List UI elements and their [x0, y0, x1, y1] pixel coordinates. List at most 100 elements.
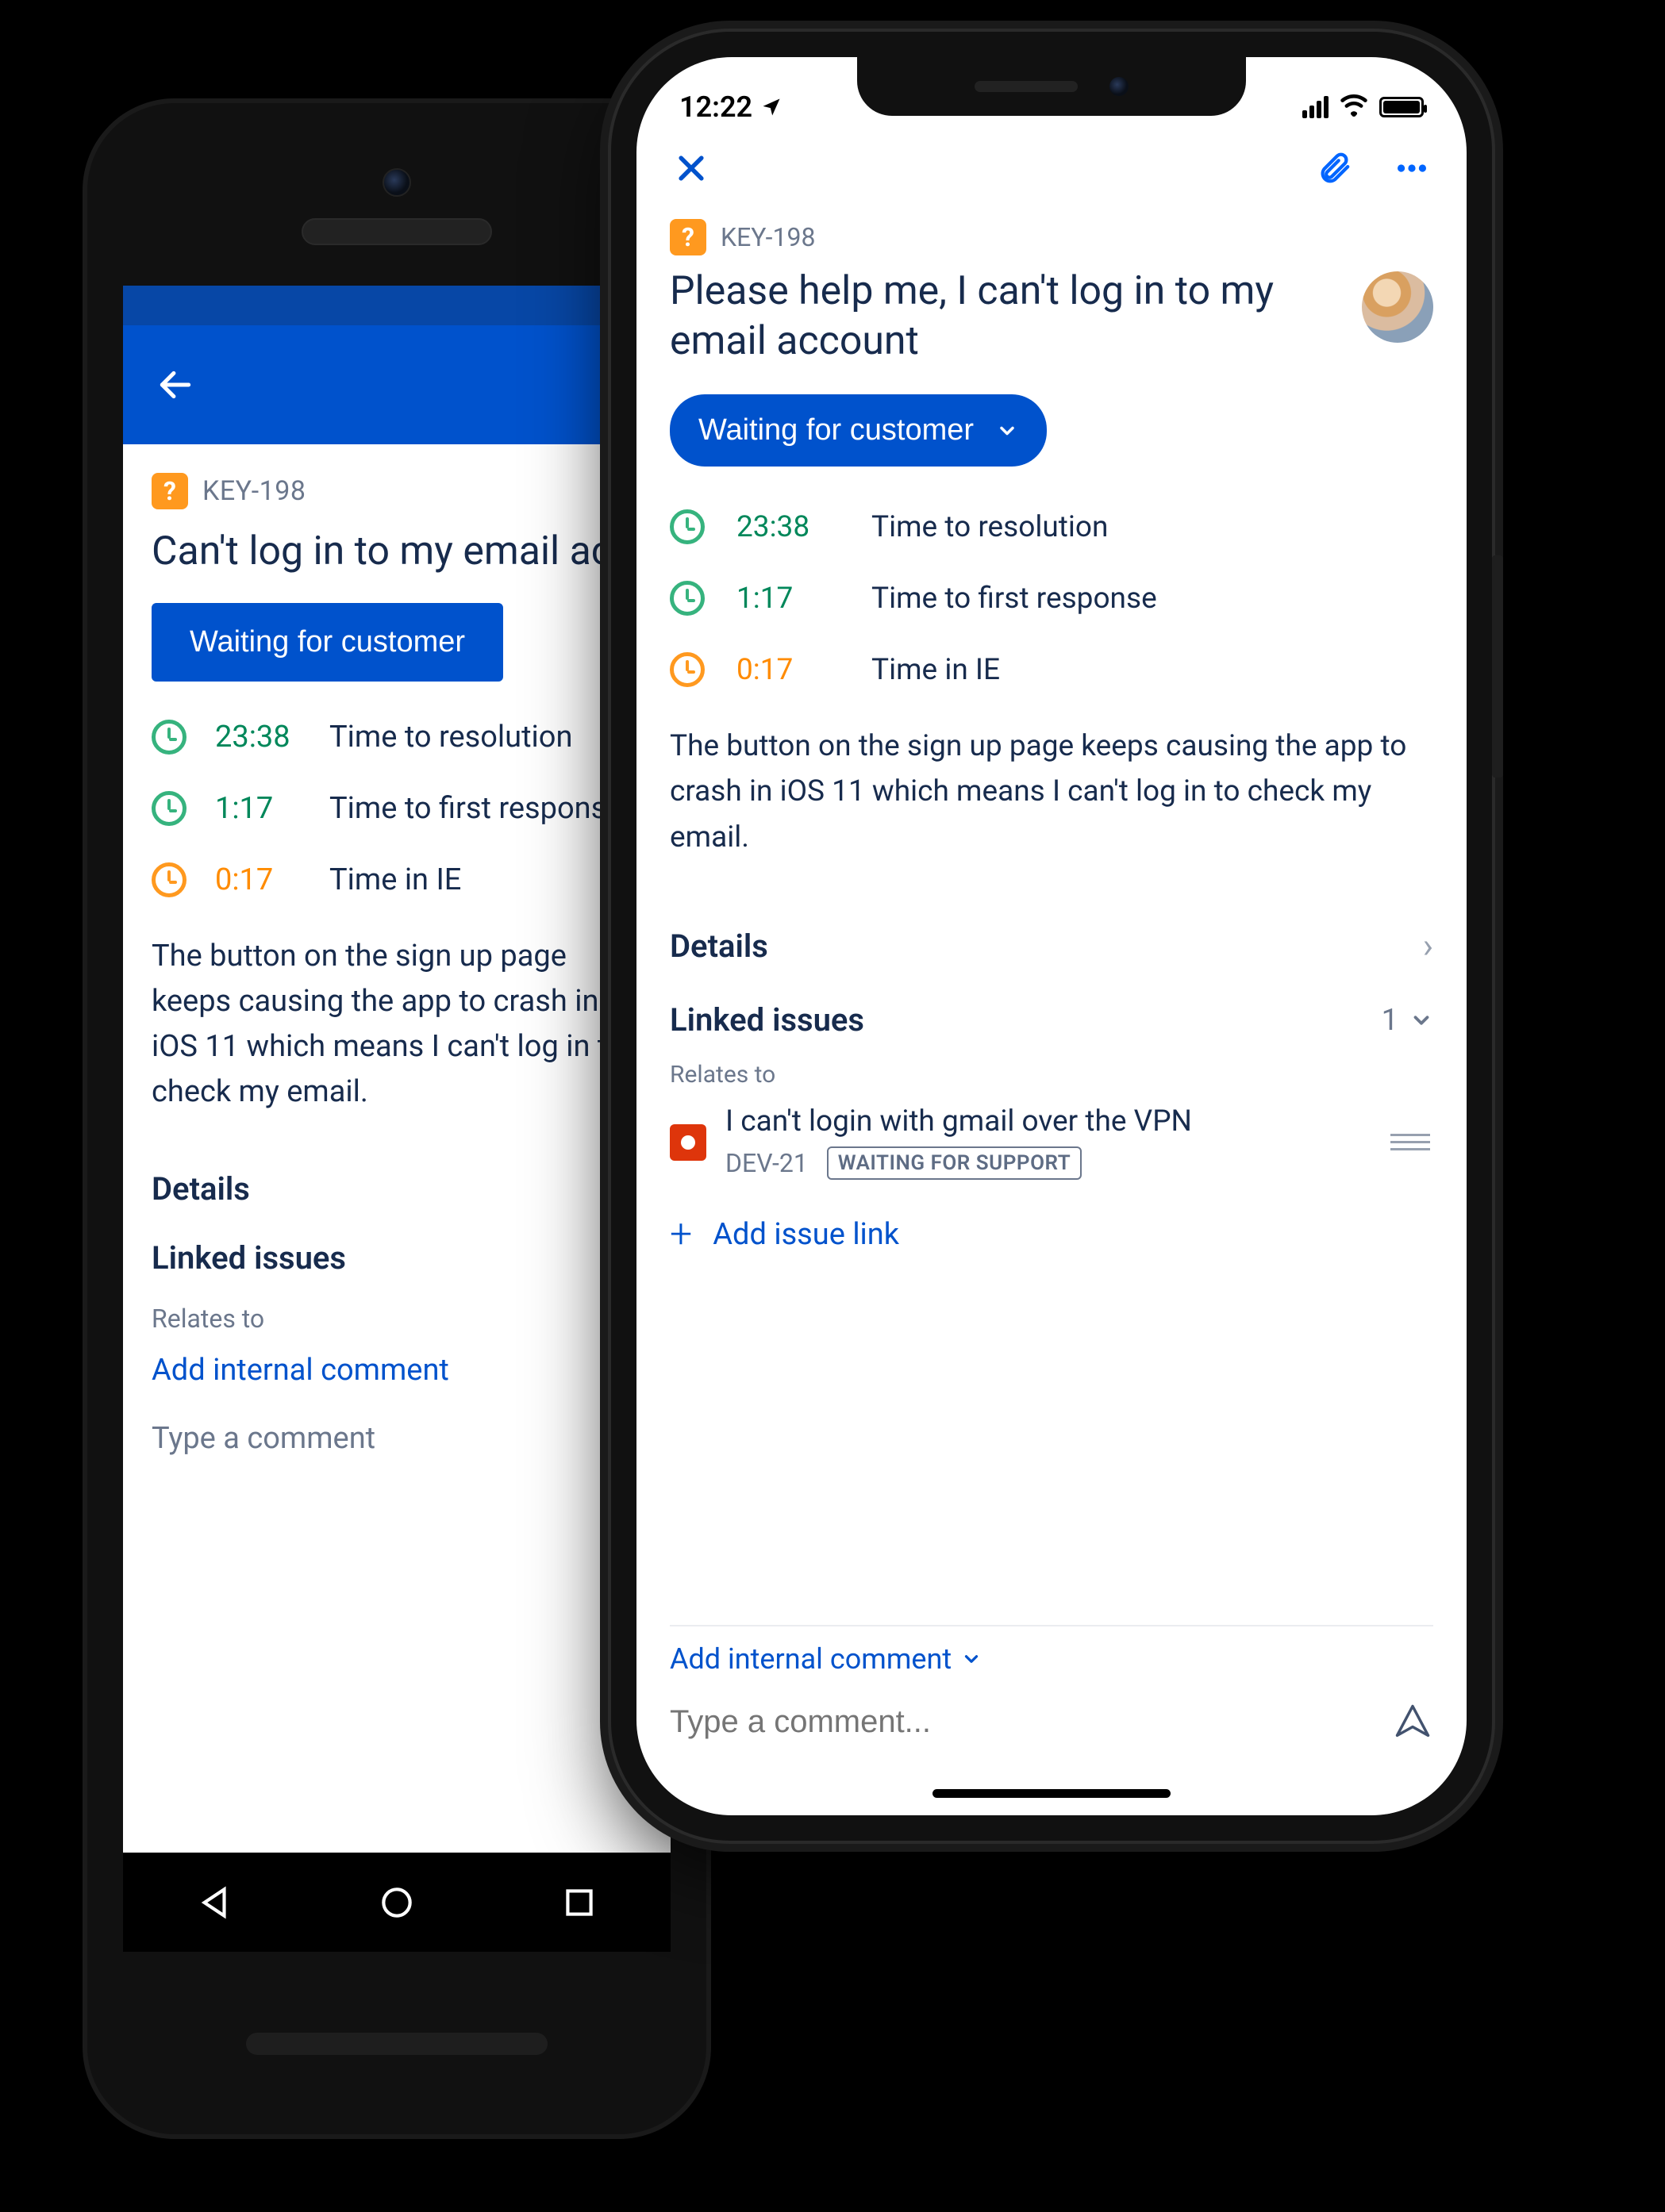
send-button[interactable]	[1392, 1701, 1433, 1742]
sla-row: 0:17 Time in IE	[670, 652, 1433, 687]
send-icon	[1392, 1701, 1433, 1742]
linked-issue-key: DEV-21	[725, 1148, 808, 1178]
sla-label: Time to resolution	[871, 510, 1108, 544]
clock-icon	[670, 509, 705, 544]
ios-device-frame: 12:22	[611, 32, 1492, 1841]
more-horizontal-icon	[1394, 150, 1430, 186]
ios-notch	[857, 57, 1246, 116]
sla-row: 23:38 Time to resolution	[670, 509, 1433, 544]
issue-title: Can't log in to my email account	[152, 528, 642, 574]
paperclip-icon	[1316, 150, 1352, 186]
issue-title: Please help me, I can't log in to my ema…	[670, 267, 1343, 366]
linked-issue-title: I can't login with gmail over the VPN	[725, 1104, 1371, 1139]
sla-label: Time to resolution	[329, 720, 572, 755]
issue-key: KEY-198	[721, 222, 815, 252]
circle-home-icon	[377, 1883, 417, 1922]
linked-issues-section[interactable]: Linked issues 1	[670, 984, 1433, 1056]
wifi-icon	[1340, 90, 1368, 124]
sla-label: Time to first response	[329, 791, 622, 826]
clock-icon	[152, 720, 186, 755]
plus-icon: +	[670, 1215, 692, 1254]
linked-issues-label: Linked issues	[670, 1001, 864, 1039]
android-screen: ? KEY-198 Can't log in to my email accou…	[123, 286, 671, 1952]
status-button[interactable]: Waiting for customer	[152, 603, 503, 682]
drag-handle-icon[interactable]	[1390, 1134, 1433, 1150]
ios-screen: 12:22	[636, 57, 1467, 1815]
add-internal-comment-button[interactable]: Add internal comment	[152, 1342, 642, 1407]
linked-issue-status: WAITING FOR SUPPORT	[827, 1146, 1082, 1180]
more-button[interactable]	[1389, 145, 1435, 191]
square-recent-icon	[559, 1883, 599, 1922]
details-section[interactable]: Details ›	[670, 908, 1433, 984]
sla-row: 23:38 Time to resolution	[152, 720, 642, 755]
issue-type-icon: ?	[152, 473, 188, 509]
bug-icon	[670, 1124, 706, 1161]
status-label: Waiting for customer	[698, 413, 974, 447]
clock-icon	[152, 791, 186, 826]
android-recent-nav[interactable]	[559, 1883, 599, 1922]
android-back-nav[interactable]	[194, 1883, 234, 1922]
sla-time: 1:17	[705, 582, 871, 616]
status-label: Waiting for customer	[190, 625, 465, 659]
add-issue-link-label: Add issue link	[713, 1217, 899, 1252]
sla-row: 0:17 Time in IE	[152, 862, 642, 897]
attach-button[interactable]	[1311, 145, 1357, 191]
add-issue-link-button[interactable]: + Add issue link	[670, 1202, 1433, 1286]
issue-description: The button on the sign up page keeps cau…	[670, 724, 1433, 860]
ios-app-bar	[636, 130, 1467, 206]
details-label: Details	[670, 927, 768, 965]
ios-speaker	[975, 81, 1078, 92]
sla-row: 1:17 Time to first response	[670, 581, 1433, 616]
ios-side-button	[1492, 555, 1503, 778]
clock-icon	[670, 581, 705, 616]
android-bottom-speaker	[246, 2033, 548, 2055]
android-statusbar	[123, 286, 671, 325]
back-button[interactable]	[152, 361, 199, 409]
internal-comment-label: Add internal comment	[670, 1642, 952, 1676]
chevron-down-icon	[996, 420, 1018, 442]
close-button[interactable]	[668, 145, 714, 191]
comment-input[interactable]: Type a comment	[152, 1410, 642, 1478]
linked-issues-section[interactable]: Linked issues	[152, 1223, 642, 1292]
sla-label: Time in IE	[329, 862, 461, 897]
location-icon	[760, 96, 783, 118]
status-time: 12:22	[679, 90, 752, 124]
relates-to-label: Relates to	[670, 1061, 1433, 1089]
details-section[interactable]: Details	[152, 1154, 642, 1223]
issue-key: KEY-198	[202, 475, 306, 507]
android-app-bar	[123, 325, 671, 444]
status-button[interactable]: Waiting for customer	[670, 394, 1047, 467]
ios-home-indicator[interactable]	[932, 1789, 1171, 1798]
chevron-right-icon: ›	[1423, 925, 1433, 966]
linked-issue-row[interactable]: I can't login with gmail over the VPN DE…	[670, 1101, 1433, 1202]
assignee-avatar[interactable]	[1362, 271, 1433, 343]
chevron-down-icon	[1409, 1008, 1433, 1032]
issue-description: The button on the sign up page keeps cau…	[152, 934, 642, 1115]
sla-time: 0:17	[186, 862, 329, 897]
chevron-down-icon	[961, 1649, 982, 1669]
sla-time: 1:17	[186, 791, 329, 826]
sla-row: 1:17 Time to first response	[152, 791, 642, 826]
sla-time: 0:17	[705, 653, 871, 687]
sla-label: Time in IE	[871, 653, 1000, 687]
close-icon	[674, 151, 709, 186]
battery-icon	[1379, 97, 1424, 117]
clock-icon	[670, 652, 705, 687]
linked-count: 1	[1382, 1003, 1398, 1038]
comment-input[interactable]	[670, 1704, 1392, 1740]
sla-label: Time to first response	[871, 582, 1157, 616]
arrow-left-icon	[156, 365, 195, 405]
android-system-nav	[123, 1853, 671, 1952]
triangle-back-icon	[194, 1883, 234, 1922]
ios-camera-icon	[1109, 77, 1129, 96]
issue-type-icon: ?	[670, 219, 706, 255]
clock-icon	[152, 862, 186, 897]
cellular-signal-icon	[1302, 96, 1329, 118]
sla-time: 23:38	[705, 510, 871, 544]
relates-to-label: Relates to	[152, 1292, 642, 1342]
android-home-nav[interactable]	[377, 1883, 417, 1922]
add-internal-comment-button[interactable]: Add internal comment	[670, 1625, 1433, 1695]
sla-time: 23:38	[186, 720, 329, 755]
android-camera-icon	[383, 168, 411, 197]
android-speaker	[302, 218, 492, 245]
